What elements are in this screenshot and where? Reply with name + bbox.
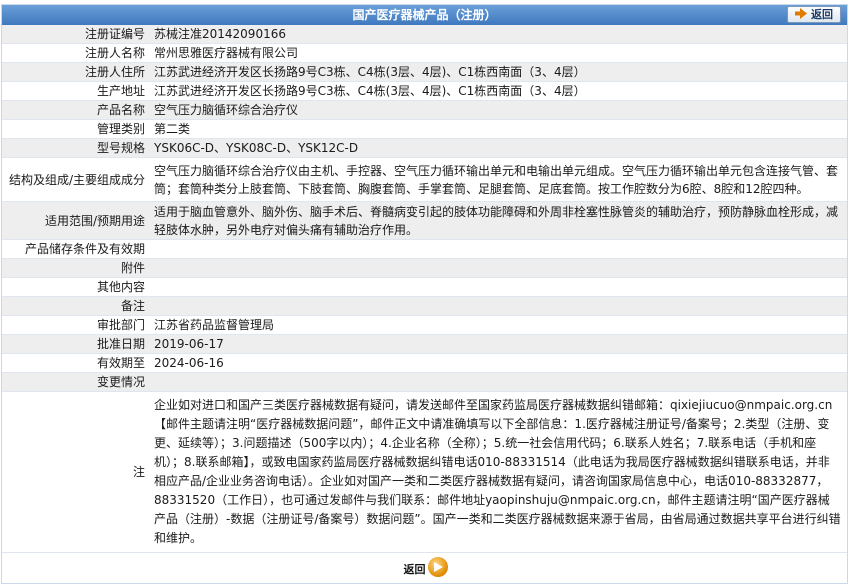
row-value: 空气压力脑循环综合治疗仪由主机、手控器、空气压力循环输出单元和电输出单元组成。空… bbox=[149, 157, 847, 202]
row-label: 批准日期 bbox=[2, 334, 149, 354]
panel-header: 国产医疗器械产品（注册） 返回 bbox=[2, 5, 847, 25]
row-value bbox=[149, 277, 847, 297]
table-row: 适用范围/预期用途 适用于脑血管意外、脑外伤、脑手术后、脊髓病变引起的肢体功能障碍… bbox=[2, 201, 847, 240]
row-label: 生产地址 bbox=[2, 81, 149, 101]
back-button-top[interactable]: 返回 bbox=[787, 6, 841, 23]
row-value: 常州思雅医疗器械有限公司 bbox=[149, 43, 847, 63]
row-label: 备注 bbox=[2, 296, 149, 316]
note-text: 企业如对进口和国产三类医疗器械数据有疑问，请发送邮件至国家药监局医疗器械数据纠错… bbox=[149, 391, 847, 553]
row-value: 适用于脑血管意外、脑外伤、脑手术后、脊髓病变引起的肢体功能障碍和外周非栓塞性脉管… bbox=[149, 201, 847, 240]
note-label: 注 bbox=[2, 391, 149, 553]
row-value: YSK06C-D、YSK08C-D、YSK12C-D bbox=[149, 138, 847, 158]
table-row: 注册证编号 苏械注准20142090166 bbox=[2, 25, 847, 44]
row-value: 苏械注准20142090166 bbox=[149, 25, 847, 44]
row-label: 产品名称 bbox=[2, 100, 149, 120]
row-value: 江苏武进经济开发区长扬路9号C3栋、C4栋(3层、4层)、C1栋西南面（3、4层… bbox=[149, 62, 847, 82]
row-value: 江苏武进经济开发区长扬路9号C3栋、C4栋(3层、4层)、C1栋西南面（3、4层… bbox=[149, 81, 847, 101]
arrow-right-icon bbox=[795, 8, 807, 19]
table-row: 批准日期 2019-06-17 bbox=[2, 334, 847, 354]
row-value: 2019-06-17 bbox=[149, 334, 847, 354]
table-row: 注册人名称 常州思雅医疗器械有限公司 bbox=[2, 43, 847, 63]
row-value: 江苏省药品监督管理局 bbox=[149, 315, 847, 335]
row-value bbox=[149, 372, 847, 392]
row-label: 产品储存条件及有效期 bbox=[2, 239, 149, 259]
table-row: 注册人住所 江苏武进经济开发区长扬路9号C3栋、C4栋(3层、4层)、C1栋西南面… bbox=[2, 62, 847, 82]
table-row: 生产地址 江苏武进经济开发区长扬路9号C3栋、C4栋(3层、4层)、C1栋西南面（… bbox=[2, 81, 847, 101]
table-row: 审批部门 江苏省药品监督管理局 bbox=[2, 315, 847, 335]
row-label: 注册人名称 bbox=[2, 43, 149, 63]
page-title: 国产医疗器械产品（注册） bbox=[352, 8, 497, 22]
back-button-bottom[interactable]: 返回 bbox=[402, 556, 448, 580]
row-label: 注册证编号 bbox=[2, 25, 149, 44]
detail-table: 注册证编号 苏械注准20142090166 注册人名称 常州思雅医疗器械有限公司 注册人… bbox=[2, 25, 847, 553]
table-row: 附件 bbox=[2, 258, 847, 278]
table-row: 产品名称 空气压力脑循环综合治疗仪 bbox=[2, 100, 847, 120]
table-row: 产品储存条件及有效期 bbox=[2, 239, 847, 259]
row-label: 结构及组成/主要组成成分 bbox=[2, 157, 149, 202]
table-row: 备注 bbox=[2, 296, 847, 316]
row-value bbox=[149, 296, 847, 316]
table-row: 有效期至 2024-06-16 bbox=[2, 353, 847, 373]
footer: 返回 bbox=[2, 553, 847, 583]
row-value bbox=[149, 239, 847, 259]
row-label: 审批部门 bbox=[2, 315, 149, 335]
table-row: 型号规格 YSK06C-D、YSK08C-D、YSK12C-D bbox=[2, 138, 847, 158]
row-value: 2024-06-16 bbox=[149, 353, 847, 373]
back-button-top-label: 返回 bbox=[811, 8, 833, 21]
back-button-bottom-label: 返回 bbox=[403, 563, 426, 576]
row-value: 第二类 bbox=[149, 119, 847, 139]
row-label: 注册人住所 bbox=[2, 62, 149, 82]
row-label: 适用范围/预期用途 bbox=[2, 201, 149, 240]
row-label: 变更情况 bbox=[2, 372, 149, 392]
row-label: 管理类别 bbox=[2, 119, 149, 139]
play-arrow-icon bbox=[427, 557, 448, 577]
row-label: 其他内容 bbox=[2, 277, 149, 297]
table-row: 其他内容 bbox=[2, 277, 847, 297]
row-value: 空气压力脑循环综合治疗仪 bbox=[149, 100, 847, 120]
row-value bbox=[149, 258, 847, 278]
detail-panel: 国产医疗器械产品（注册） 返回 注册证编号 苏械注准20142090166 注册人名… bbox=[1, 4, 848, 584]
table-row: 结构及组成/主要组成成分 空气压力脑循环综合治疗仪由主机、手控器、空气压力循环输出… bbox=[2, 157, 847, 202]
row-label: 有效期至 bbox=[2, 353, 149, 373]
row-label: 附件 bbox=[2, 258, 149, 278]
table-row: 变更情况 bbox=[2, 372, 847, 392]
note-row: 注企业如对进口和国产三类医疗器械数据有疑问，请发送邮件至国家药监局医疗器械数据纠… bbox=[2, 391, 847, 553]
table-row: 管理类别 第二类 bbox=[2, 119, 847, 139]
row-label: 型号规格 bbox=[2, 138, 149, 158]
